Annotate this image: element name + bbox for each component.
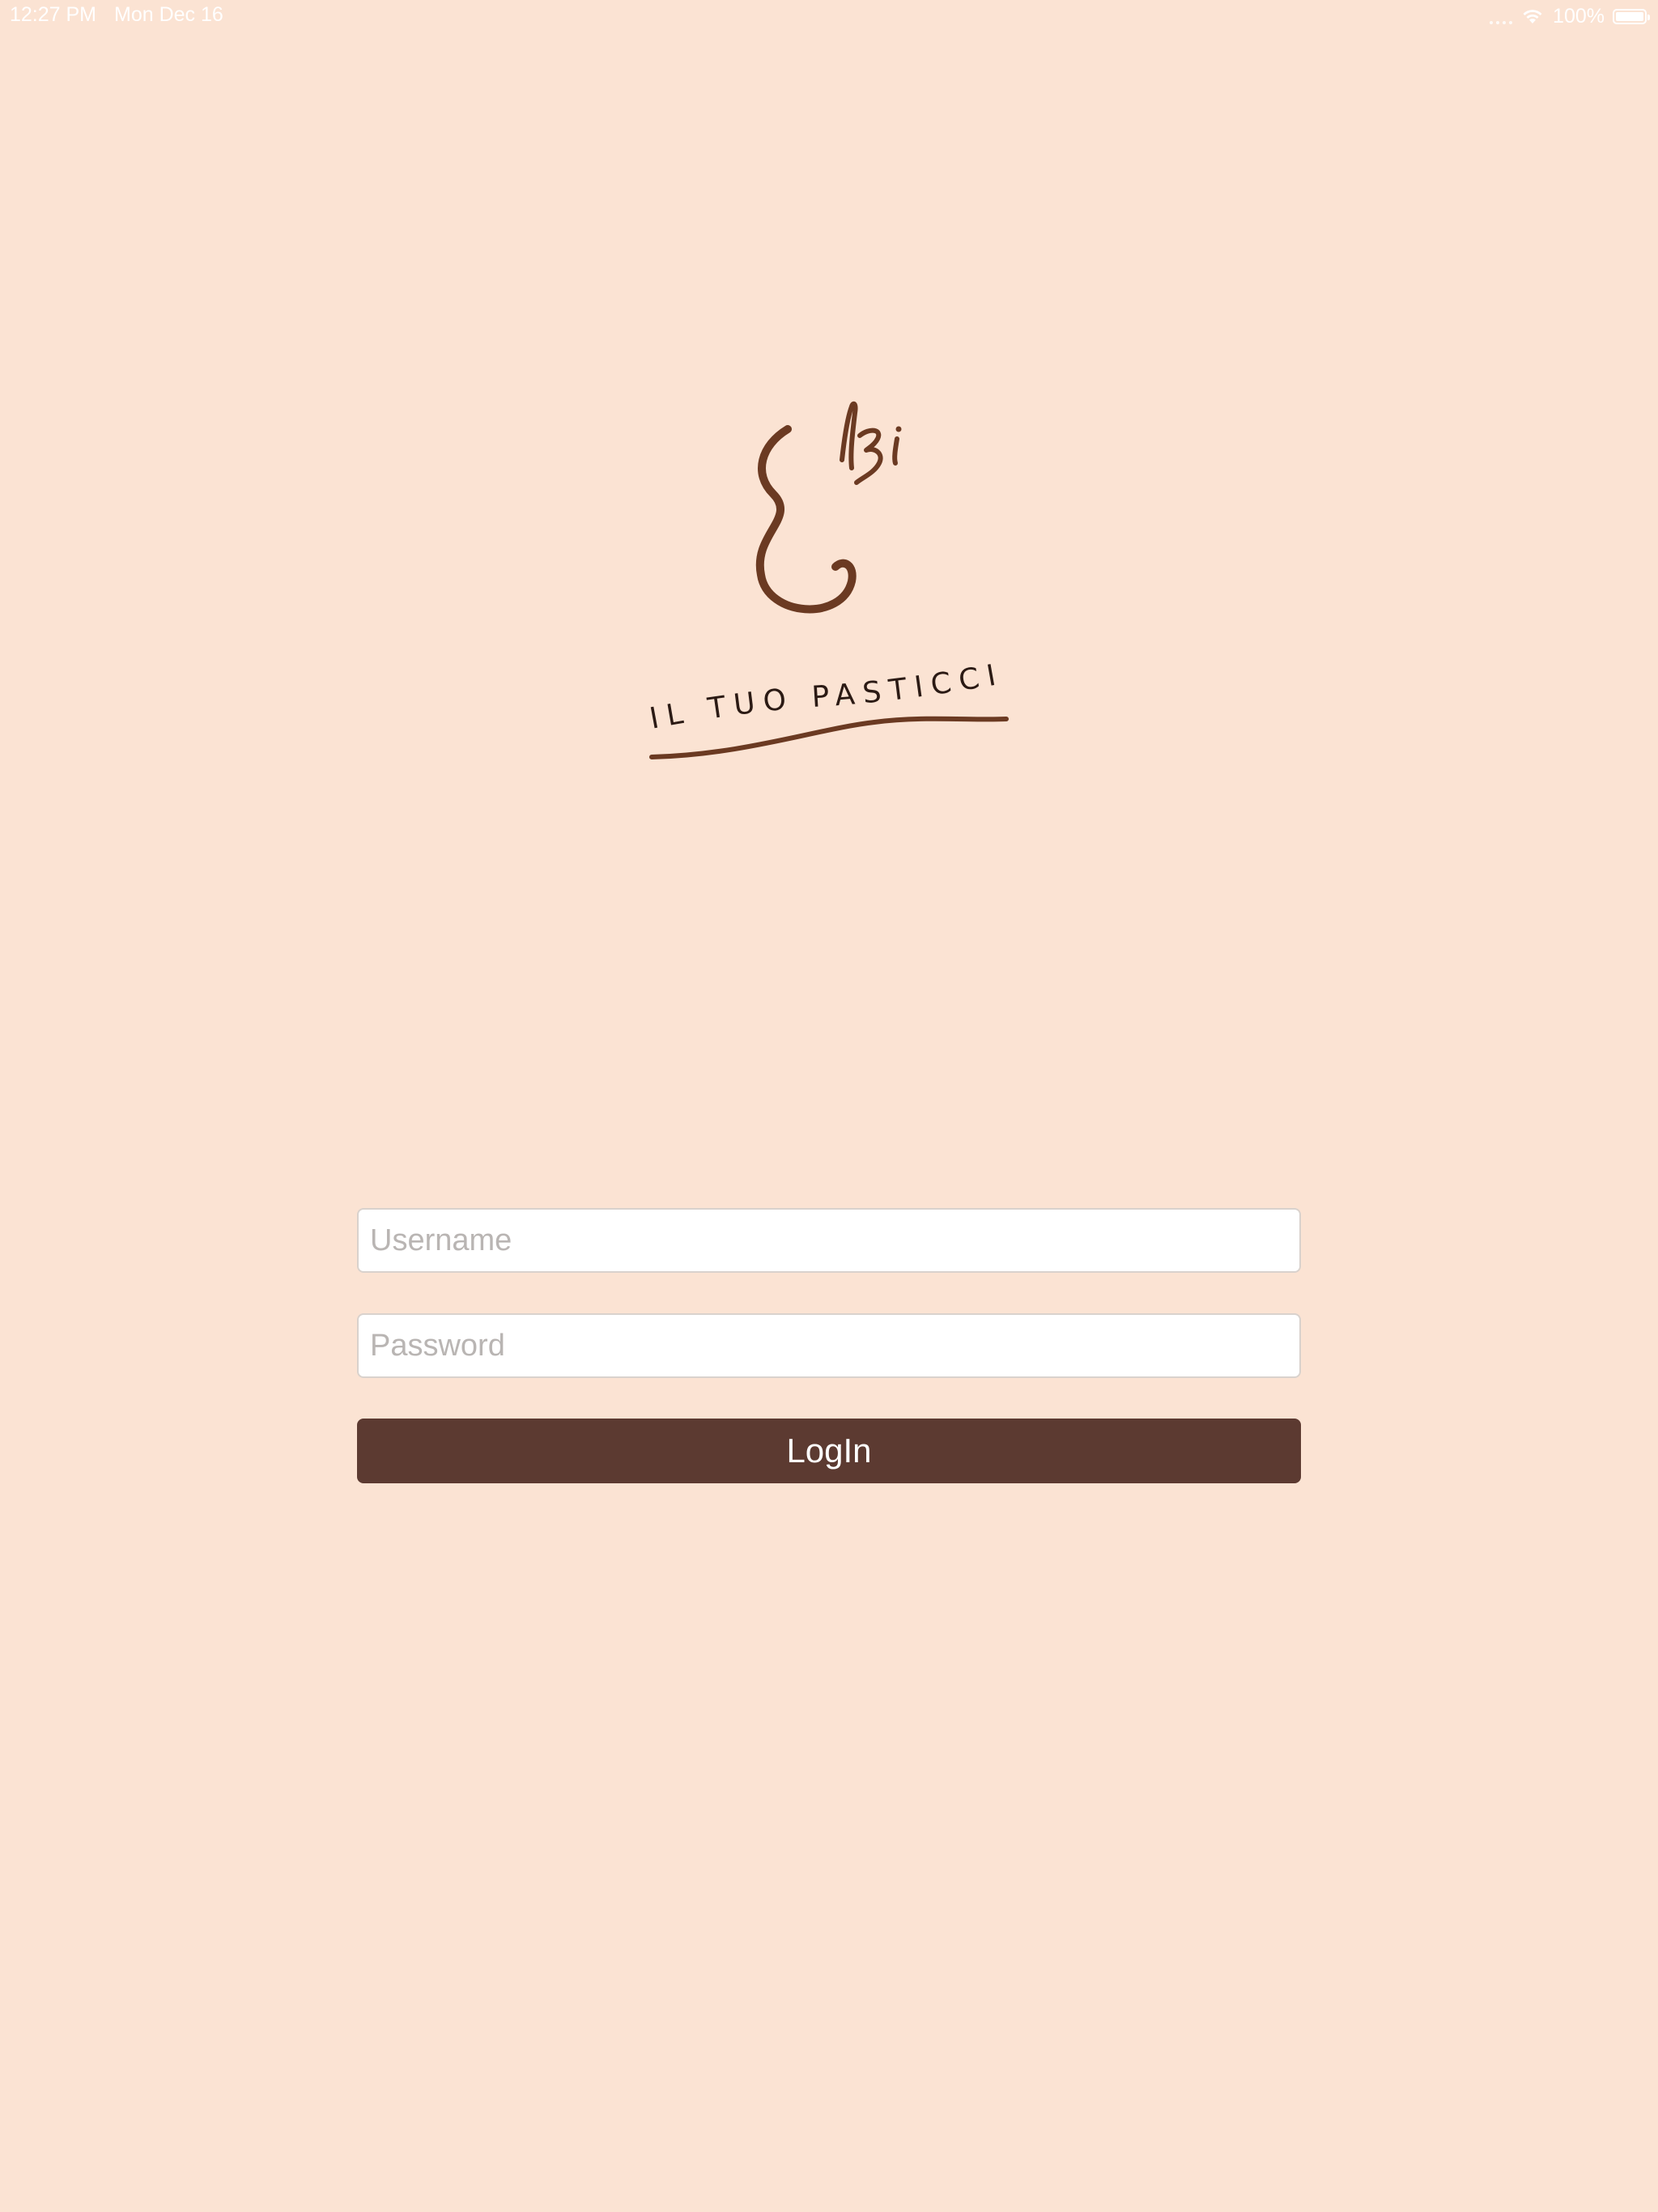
status-indicators: 100% <box>1490 2 1650 30</box>
login-form: LogIn <box>357 1208 1301 1483</box>
username-input[interactable] <box>357 1208 1301 1273</box>
status-time: 12:27 PM <box>10 3 97 26</box>
status-time-date: 12:27 PM Mon Dec 16 <box>10 3 223 27</box>
battery-icon <box>1613 8 1650 24</box>
status-bar: 12:27 PM Mon Dec 16 100% <box>0 0 1658 32</box>
battery-percent: 100% <box>1553 4 1605 28</box>
login-button[interactable]: LogIn <box>357 1419 1301 1483</box>
brand-logo: IL TUO PASTICCIERE <box>631 389 1009 759</box>
elzi-script-logo <box>755 401 902 614</box>
cellular-signal-icon <box>1490 8 1513 24</box>
battery-level-fill <box>1616 11 1643 21</box>
wifi-icon <box>1523 10 1542 23</box>
svg-text:IL TUO PASTICCIERE: IL TUO PASTICCIERE <box>631 389 1006 736</box>
tagline: IL TUO PASTICCIERE <box>631 389 1009 759</box>
password-input[interactable] <box>357 1313 1301 1378</box>
status-date: Mon Dec 16 <box>114 3 223 26</box>
tagline-text: IL TUO PASTICCIERE <box>631 389 998 736</box>
